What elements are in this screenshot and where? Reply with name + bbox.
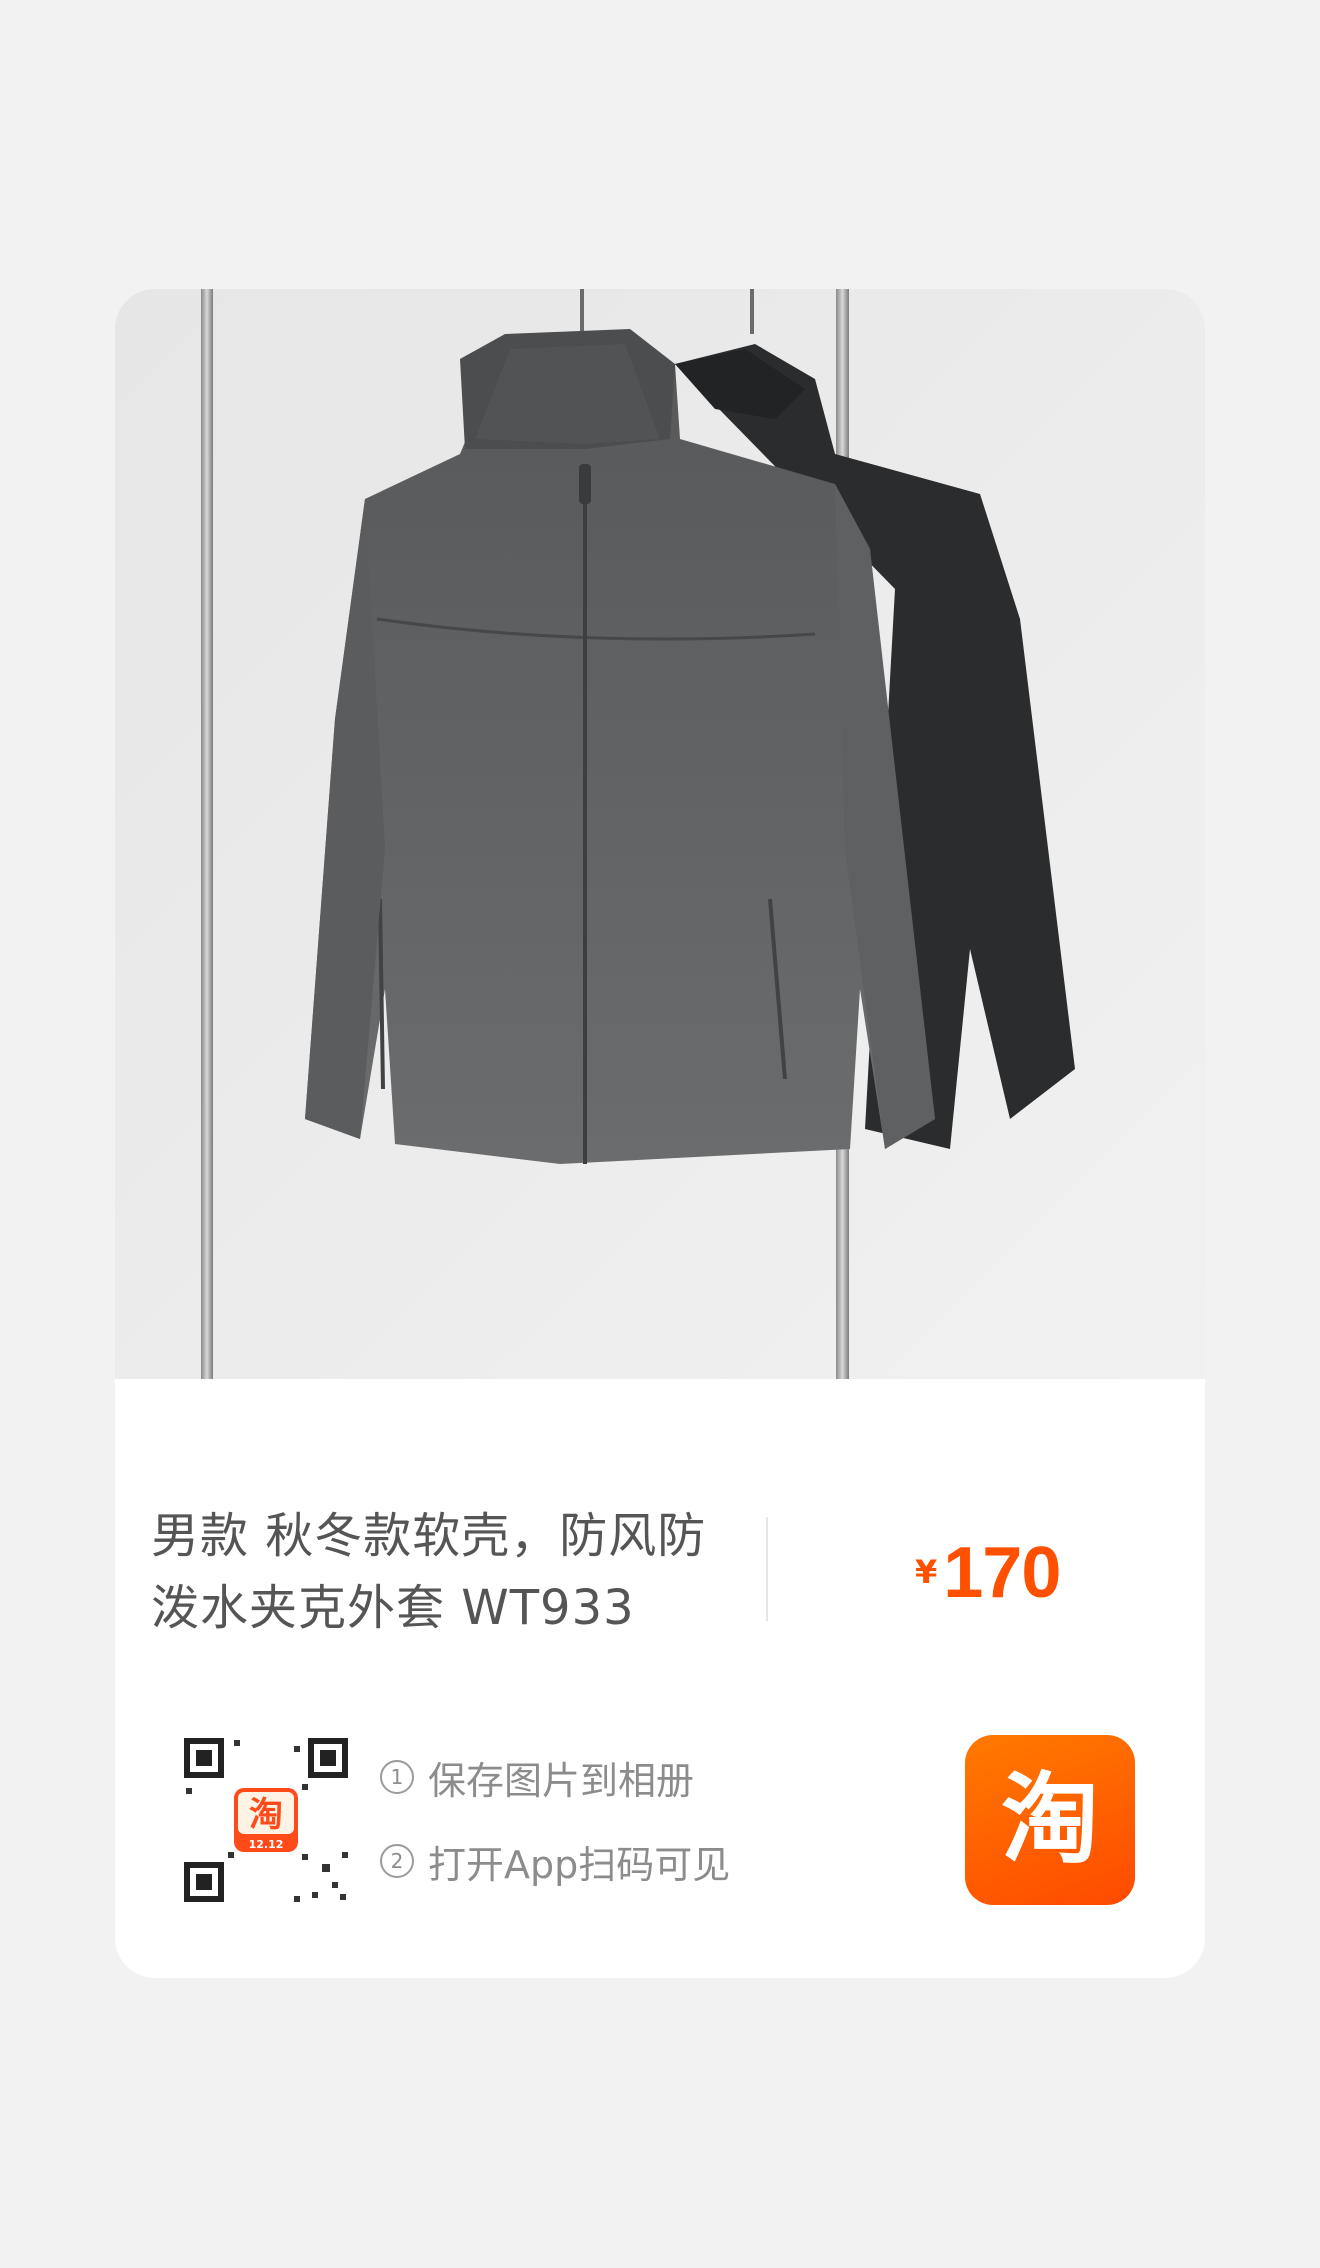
step-text-2: 打开App扫码可见 (428, 1842, 731, 1887)
svg-text:淘: 淘 (1001, 1763, 1099, 1877)
price-currency: ¥ (915, 1553, 938, 1591)
share-card: 男款 秋冬款软壳，防风防泼水夹克外套 WT933 ¥170 淘 12.12 1 … (115, 289, 1205, 1978)
qr-code-icon[interactable]: 淘 12.12 (182, 1736, 350, 1904)
taobao-logo-icon[interactable]: 淘 (965, 1735, 1135, 1905)
price-value: 170 (943, 1533, 1061, 1613)
qr-badge-text: 12.12 (249, 1838, 284, 1851)
divider (766, 1517, 768, 1621)
step-number-1: 1 (380, 1760, 414, 1794)
jacket-image-drawing (115, 289, 1205, 1379)
step-open-app: 2 打开App扫码可见 (380, 1831, 730, 1891)
svg-text:淘: 淘 (249, 1795, 283, 1835)
product-price: ¥170 (915, 1532, 1061, 1614)
product-photo[interactable] (115, 289, 1205, 1379)
step-number-2: 2 (380, 1844, 414, 1878)
step-text-1: 保存图片到相册 (428, 1758, 695, 1803)
share-instructions: 1 保存图片到相册 2 打开App扫码可见 (380, 1747, 730, 1915)
step-save-image: 1 保存图片到相册 (380, 1747, 730, 1807)
product-title[interactable]: 男款 秋冬款软壳，防风防泼水夹克外套 WT933 (151, 1500, 751, 1644)
